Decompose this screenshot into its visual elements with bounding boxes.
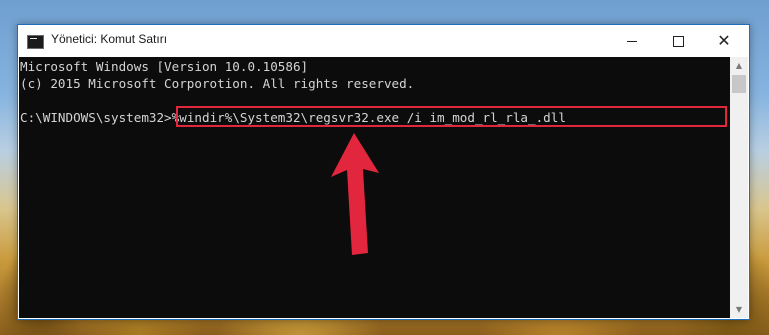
console-prompt: C:\WINDOWS\system32> [20,110,172,125]
command-prompt-window[interactable]: Yönetici: Komut Satırı ✕ Microsoft Windo… [17,24,750,320]
close-button[interactable]: ✕ [701,25,747,57]
scroll-down-icon[interactable]: ▼ [730,301,748,318]
minimize-icon [627,40,637,42]
command-highlight-box [176,106,727,127]
window-title: Yönetici: Komut Satırı [51,32,168,46]
maximize-button[interactable] [655,25,701,57]
scroll-up-icon[interactable]: ▲ [730,57,748,74]
minimize-button[interactable] [609,25,655,57]
close-icon: ✕ [717,31,731,50]
cmd-icon [27,35,44,49]
console-line-version: Microsoft Windows [Version 10.0.10586] [20,59,309,74]
console-line-copyright: (c) 2015 Microsoft Corporotion. All righ… [20,76,415,91]
red-arrow-icon [331,133,379,255]
console-output[interactable]: Microsoft Windows [Version 10.0.10586] (… [19,57,730,318]
scroll-thumb[interactable] [732,75,746,93]
title-bar[interactable]: Yönetici: Komut Satırı ✕ [18,25,749,57]
vertical-scrollbar[interactable]: ▲ ▼ [730,57,748,318]
maximize-icon [672,35,684,47]
